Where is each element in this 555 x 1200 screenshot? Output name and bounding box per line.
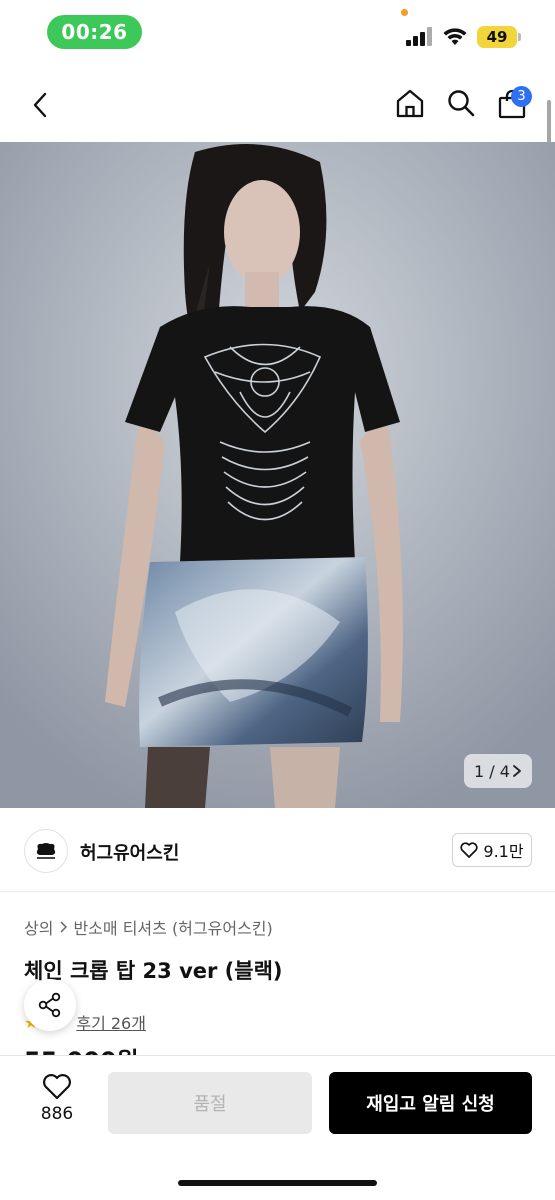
brand-row: 허그유어스킨 9.1만 — [0, 808, 555, 892]
brand-like-count: 9.1만 — [483, 842, 524, 861]
search-icon — [448, 90, 475, 117]
chevron-left-icon — [33, 92, 47, 118]
cellular-signal-icon — [406, 27, 434, 46]
heart-outline-icon — [460, 842, 478, 858]
top-nav-bar — [0, 68, 555, 142]
home-button[interactable] — [392, 85, 428, 121]
battery-level: 49 — [477, 26, 517, 48]
back-button[interactable] — [24, 88, 58, 122]
brand-logo[interactable] — [24, 829, 68, 873]
share-icon — [38, 992, 61, 1018]
restock-notify-button[interactable]: 재입고 알림 신청 — [329, 1072, 532, 1134]
chevron-right-icon — [60, 921, 68, 933]
search-button[interactable] — [443, 85, 479, 121]
battery-tip — [518, 33, 521, 41]
wishlist-count: 886 — [40, 1104, 74, 1124]
breadcrumb-item[interactable]: 상의 — [24, 915, 53, 939]
product-image-gallery[interactable] — [0, 142, 555, 808]
cart-count-badge: 3 — [511, 86, 532, 107]
wifi-icon — [443, 28, 467, 45]
brand-name[interactable]: 허그유어스킨 — [80, 839, 179, 865]
breadcrumb: 상의 반소매 티셔츠 (허그유어스킨) — [24, 915, 273, 939]
home-icon — [396, 89, 424, 118]
soldout-button[interactable]: 품절 — [108, 1072, 312, 1134]
product-title: 체인 크롭 탑 23 ver (블랙) — [24, 959, 283, 983]
image-page-indicator[interactable]: 1 / 4 — [464, 754, 532, 788]
status-time: 00:26 — [47, 15, 142, 49]
heart-outline-icon — [43, 1074, 71, 1100]
share-button[interactable] — [24, 979, 76, 1031]
chevron-right-icon — [513, 765, 521, 777]
image-page-counter: 1 / 4 — [474, 761, 510, 781]
status-bar: 00:26 49 — [0, 0, 555, 68]
product-photo — [0, 142, 555, 808]
brand-logo-icon — [36, 843, 56, 859]
home-indicator[interactable] — [178, 1180, 377, 1186]
brand-like-button[interactable]: 9.1만 — [452, 833, 532, 867]
privacy-indicator-dot — [401, 9, 408, 16]
review-link[interactable]: 후기 26개 — [76, 1010, 146, 1034]
breadcrumb-item[interactable]: 반소매 티셔츠 (허그유어스킨) — [73, 915, 272, 939]
wishlist-button[interactable]: 886 — [30, 1073, 84, 1124]
